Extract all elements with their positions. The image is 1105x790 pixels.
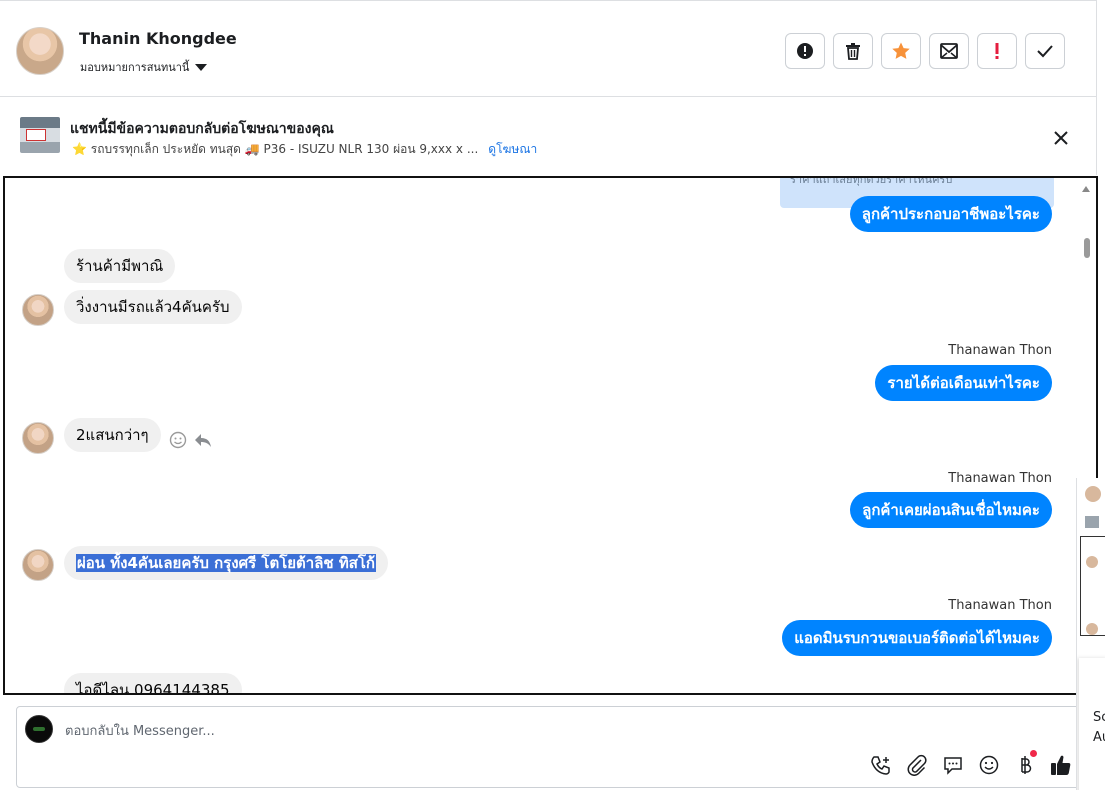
assign-label: มอบหมายการสนทนานี้	[80, 61, 190, 74]
saved-replies-button[interactable]	[941, 753, 965, 777]
message-bubble-incoming[interactable]: ไอดีไลน 0964144385	[64, 673, 242, 693]
side-contact-avatar	[1086, 623, 1098, 635]
message-bubble-incoming[interactable]: ร้านค้ามีพาณิ	[64, 249, 176, 283]
attach-icon	[907, 754, 927, 776]
message-bubble-outgoing[interactable]: ลูกค้าเคยผ่อนสินเชื่อไหมคะ	[850, 492, 1052, 528]
inbox-conversation-view: Thanin Khongdee มอบหมายการสนทนานี้ แชทนี…	[0, 0, 1105, 790]
call-add-icon	[871, 756, 890, 775]
side-card-line: Sc	[1093, 710, 1105, 725]
scroll-up-arrow-icon[interactable]	[1082, 186, 1090, 192]
contact-avatar-small[interactable]	[22, 549, 54, 581]
side-contact-avatar[interactable]	[1085, 486, 1101, 502]
emoji-button[interactable]	[977, 753, 1001, 777]
contact-avatar-small[interactable]	[22, 294, 54, 326]
message-bubble-incoming-selected[interactable]: ผ่อน ทั้ง4คันเลยครับ กรุงศรี โตโยต้าลิช …	[64, 546, 389, 580]
composer-tools	[869, 750, 1073, 777]
sender-name: Thanawan Thon	[948, 598, 1052, 613]
trash-icon	[846, 43, 860, 60]
star-button[interactable]	[881, 33, 921, 69]
important-icon	[995, 43, 999, 59]
emoji-react-icon[interactable]	[169, 431, 187, 449]
quoted-text: ราคาแถ้าเสียทุกด้วยราคาไหนครับ	[790, 178, 953, 186]
chevron-down-icon	[195, 63, 208, 71]
report-button[interactable]	[785, 33, 825, 69]
scrollbar-thumb[interactable]	[1084, 238, 1090, 258]
selected-text: ผ่อน ทั้ง4คันเลยครับ กรุงศรี โตโยต้าลิช …	[76, 554, 377, 572]
currency-icon	[1021, 756, 1032, 774]
side-contact-avatar	[1086, 556, 1098, 568]
conversation-header: Thanin Khongdee มอบหมายการสนทนานี้	[0, 0, 1097, 97]
reply-input[interactable]	[65, 721, 965, 741]
message-hover-tools	[169, 431, 213, 449]
reply-composer	[16, 706, 1082, 788]
star-icon	[892, 42, 910, 59]
alert-icon	[797, 43, 813, 59]
view-ad-link[interactable]: ดูโฆษณา	[488, 140, 537, 159]
like-button[interactable]	[1049, 753, 1073, 777]
contact-name[interactable]: Thanin Khongdee	[79, 29, 237, 48]
close-banner-button[interactable]	[1050, 127, 1072, 149]
sender-name: Thanawan Thon	[948, 343, 1052, 358]
side-card-line: Au	[1093, 730, 1105, 745]
mark-unread-button[interactable]	[929, 33, 969, 69]
mark-unread-icon	[940, 43, 958, 59]
message-thread[interactable]: ราคาแถ้าเสียทุกด้วยราคาไหนครับ ลูกค้าประ…	[3, 176, 1098, 695]
emoji-icon	[979, 755, 999, 775]
check-icon	[1037, 45, 1053, 58]
attach-button[interactable]	[905, 753, 929, 777]
header-actions	[785, 33, 1065, 69]
ad-reply-banner: แชทนี้มีข้อความตอบกลับต่อโฆษณาของคุณ ⭐ ร…	[0, 97, 1097, 175]
assign-conversation-dropdown[interactable]: มอบหมายการสนทนานี้	[80, 58, 208, 76]
delete-button[interactable]	[833, 33, 873, 69]
close-icon	[1054, 131, 1068, 145]
contact-avatar-small[interactable]	[22, 422, 54, 454]
saved-reply-icon	[944, 757, 962, 775]
message-bubble-outgoing[interactable]: รายได้ต่อเดือนเท่าไรคะ	[875, 365, 1052, 401]
message-bubble-incoming[interactable]: 2แสนกว่าๆ	[64, 418, 161, 452]
sender-name: Thanawan Thon	[948, 471, 1052, 486]
side-panel-fragment: Sc Au	[1076, 478, 1105, 790]
like-icon	[1051, 755, 1071, 775]
ad-thumbnail[interactable]	[20, 117, 60, 153]
payment-button[interactable]	[1013, 750, 1037, 777]
page-avatar	[25, 715, 53, 743]
message-bubble-incoming[interactable]: วิ่งงานมีรถแล้ว4คันครับ	[64, 290, 242, 324]
ad-banner-subtitle-row: ⭐ รถบรรทุกเล็ก ประหยัด ทนสุด 🚚 P36 - ISU…	[72, 140, 537, 159]
mark-important-button[interactable]	[977, 33, 1017, 69]
notification-dot	[1030, 750, 1037, 757]
side-ad-thumbnail[interactable]	[1085, 516, 1099, 528]
side-thread-preview[interactable]	[1080, 536, 1105, 636]
message-bubble-outgoing[interactable]: แอดมินรบกวนขอเบอร์ติดต่อได้ไหมคะ	[782, 620, 1052, 656]
mark-done-button[interactable]	[1025, 33, 1065, 69]
call-button[interactable]	[869, 753, 893, 777]
message-bubble-outgoing[interactable]: ลูกค้าประกอบอาชีพอะไรคะ	[849, 196, 1052, 232]
side-card: Sc Au	[1079, 658, 1105, 790]
ad-banner-title: แชทนี้มีข้อความตอบกลับต่อโฆษณาของคุณ	[70, 121, 334, 137]
reply-icon[interactable]	[193, 431, 213, 449]
ad-banner-subtitle: ⭐ รถบรรทุกเล็ก ประหยัด ทนสุด 🚚 P36 - ISU…	[72, 142, 479, 156]
contact-avatar[interactable]	[16, 27, 64, 75]
